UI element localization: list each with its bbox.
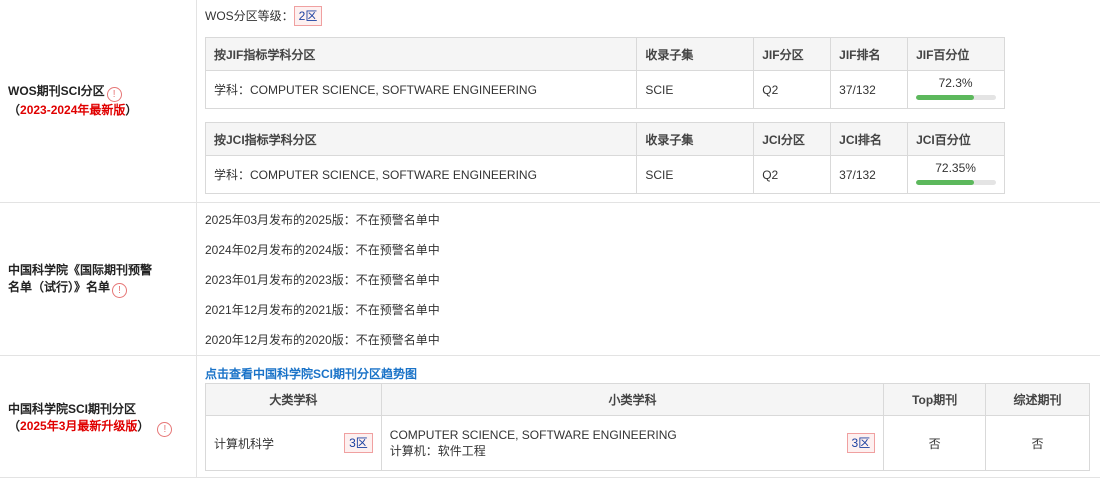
cas-minor-subject-cn: 计算机：软件工程 bbox=[389, 444, 486, 458]
wos-label-paren-open: （ bbox=[8, 103, 21, 117]
info-icon[interactable]: ! bbox=[112, 283, 128, 298]
cas-label-paren-close: ） bbox=[137, 419, 150, 433]
jif-header-subject: 按JIF指标学科分区 bbox=[204, 37, 638, 71]
wos-label-line1: WOS期刊SCI分区 bbox=[8, 84, 105, 98]
wos-version: 2023-2024年最新版 bbox=[20, 103, 126, 117]
jif-percentile: 72.3% bbox=[938, 76, 973, 90]
jif-percentile-fill bbox=[916, 95, 974, 100]
jci-percentile-cell: 72.35% bbox=[907, 155, 1005, 194]
jci-percentile: 72.35% bbox=[935, 161, 976, 175]
cas-header-minor: 小类学科 bbox=[380, 383, 885, 416]
warning-line-2020: 2020年12月发布的2020版：不在预警名单中 bbox=[205, 333, 440, 347]
cas-label-line1: 中国科学院SCI期刊分区 bbox=[8, 402, 137, 416]
cas-header-review: 综述期刊 bbox=[985, 383, 1090, 416]
cas-minor-cell: COMPUTER SCIENCE, SOFTWARE ENGINEERING 计… bbox=[380, 415, 885, 471]
cas-label: 中国科学院SCI期刊分区 （2025年3月最新升级版）! bbox=[8, 401, 173, 437]
jci-subject: 学科：COMPUTER SCIENCE, SOFTWARE ENGINEERIN… bbox=[204, 155, 638, 194]
warning-line-2021: 2021年12月发布的2021版：不在预警名单中 bbox=[205, 303, 440, 317]
jci-header-percentile: JCI百分位 bbox=[907, 122, 1005, 156]
warning-body: 2025年03月发布的2025版：不在预警名单中 2024年02月发布的2024… bbox=[197, 203, 1100, 355]
jif-subset: SCIE bbox=[636, 70, 755, 109]
wos-label: WOS期刊SCI分区! （2023-2024年最新版） bbox=[8, 83, 137, 119]
wos-label-cell: WOS期刊SCI分区! （2023-2024年最新版） bbox=[0, 0, 197, 202]
warning-label-cell: 中国科学院《国际期刊预警 名单（试行）》名单! bbox=[0, 203, 197, 355]
jif-header-zone: JIF分区 bbox=[753, 37, 832, 71]
jif-rank: 37/132 bbox=[830, 70, 909, 109]
cas-header-top: Top期刊 bbox=[883, 383, 987, 416]
jci-zone: Q2 bbox=[753, 155, 832, 194]
jif-header-rank: JIF排名 bbox=[830, 37, 909, 71]
warning-label: 中国科学院《国际期刊预警 名单（试行）》名单! bbox=[8, 262, 152, 298]
jci-subset: SCIE bbox=[636, 155, 755, 194]
warning-label-line1: 中国科学院《国际期刊预警 bbox=[8, 263, 153, 277]
table-row: 学科：COMPUTER SCIENCE, SOFTWARE ENGINEERIN… bbox=[204, 70, 1005, 109]
cas-review: 否 bbox=[985, 415, 1090, 471]
jif-header-subset: 收录子集 bbox=[636, 37, 755, 71]
cas-minor-zone-badge: 3区 bbox=[846, 433, 876, 453]
wos-body: WOS分区等级： 2区 按JIF指标学科分区 收录子集 JIF分区 JIF排名 J… bbox=[197, 0, 1100, 202]
cas-trend-link[interactable]: 点击查看中国科学院SCI期刊分区趋势图 bbox=[205, 366, 417, 382]
wos-level-label: WOS分区等级： bbox=[205, 9, 294, 23]
cas-major-zone-badge: 3区 bbox=[344, 433, 373, 453]
cas-table: 大类学科 小类学科 Top期刊 综述期刊 计算机科学 3区 COMPUTER S… bbox=[205, 383, 1090, 471]
cas-major-cell: 计算机科学 3区 bbox=[205, 415, 382, 471]
jci-percentile-bar bbox=[916, 180, 997, 185]
jci-percentile-fill bbox=[916, 180, 974, 185]
jci-header-subset: 收录子集 bbox=[636, 122, 755, 156]
wos-label-paren-close: ） bbox=[125, 103, 138, 117]
jci-header-rank: JCI排名 bbox=[830, 122, 909, 156]
wos-level: WOS分区等级： 2区 bbox=[205, 6, 323, 26]
jif-table: 按JIF指标学科分区 收录子集 JIF分区 JIF排名 JIF百分位 学科：CO… bbox=[204, 37, 1005, 109]
warning-line-2025: 2025年03月发布的2025版：不在预警名单中 bbox=[205, 213, 440, 227]
info-icon[interactable]: ! bbox=[157, 422, 173, 437]
info-icon[interactable]: ! bbox=[106, 87, 122, 102]
jci-header-zone: JCI分区 bbox=[753, 122, 832, 156]
warning-row: 中国科学院《国际期刊预警 名单（试行）》名单! 2025年03月发布的2025版… bbox=[0, 203, 1100, 356]
jci-rank: 37/132 bbox=[830, 155, 909, 194]
warning-line-2024: 2024年02月发布的2024版：不在预警名单中 bbox=[205, 243, 440, 257]
cas-row: 中国科学院SCI期刊分区 （2025年3月最新升级版）! 点击查看中国科学院SC… bbox=[0, 356, 1100, 478]
jif-percentile-cell: 72.3% bbox=[907, 70, 1005, 109]
jif-header-percentile: JIF百分位 bbox=[907, 37, 1005, 71]
cas-major-subject: 计算机科学 bbox=[214, 436, 275, 451]
wos-level-badge: 2区 bbox=[293, 6, 323, 26]
jci-header-subject: 按JCI指标学科分区 bbox=[204, 122, 638, 156]
cas-top: 否 bbox=[883, 415, 987, 471]
table-row: 学科：COMPUTER SCIENCE, SOFTWARE ENGINEERIN… bbox=[204, 155, 1005, 194]
cas-label-cell: 中国科学院SCI期刊分区 （2025年3月最新升级版）! bbox=[0, 356, 197, 477]
table-row: 计算机科学 3区 COMPUTER SCIENCE, SOFTWARE ENGI… bbox=[205, 415, 1090, 471]
warning-label-line2: 名单（试行）》名单 bbox=[8, 280, 111, 294]
jci-table: 按JCI指标学科分区 收录子集 JCI分区 JCI排名 JCI百分位 学科：CO… bbox=[204, 122, 1005, 194]
cas-header-major: 大类学科 bbox=[205, 383, 382, 416]
warning-line-2023: 2023年01月发布的2023版：不在预警名单中 bbox=[205, 273, 440, 287]
jif-percentile-bar bbox=[916, 95, 997, 100]
jif-subject: 学科：COMPUTER SCIENCE, SOFTWARE ENGINEERIN… bbox=[204, 70, 638, 109]
cas-minor-subject-en: COMPUTER SCIENCE, SOFTWARE ENGINEERING bbox=[389, 428, 677, 442]
cas-body: 点击查看中国科学院SCI期刊分区趋势图 大类学科 小类学科 Top期刊 综述期刊… bbox=[197, 356, 1100, 477]
jif-zone: Q2 bbox=[753, 70, 832, 109]
wos-row: WOS期刊SCI分区! （2023-2024年最新版） WOS分区等级： 2区 按… bbox=[0, 0, 1100, 203]
cas-version: 2025年3月最新升级版 bbox=[20, 419, 138, 433]
cas-label-paren-open: （ bbox=[8, 419, 21, 433]
